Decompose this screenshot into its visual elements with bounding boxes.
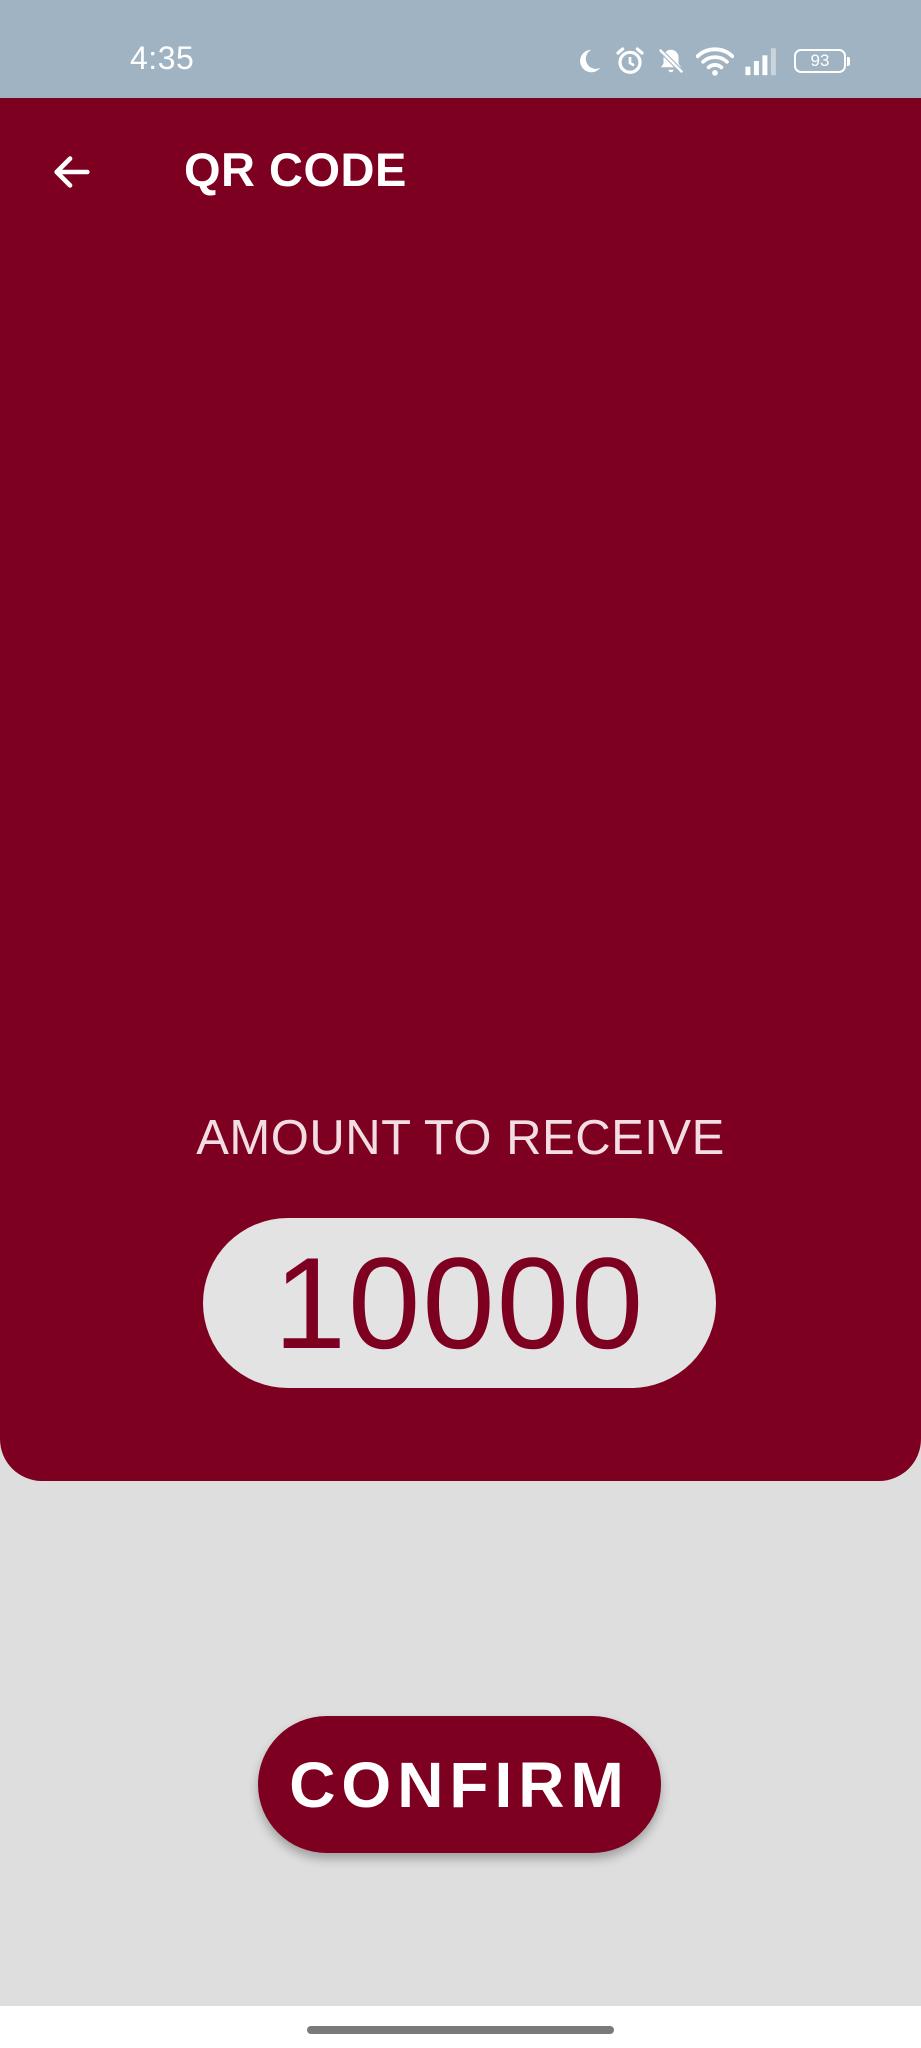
arrow-left-icon <box>54 156 90 188</box>
wifi-icon <box>696 47 734 76</box>
home-indicator[interactable] <box>307 2026 614 2034</box>
alarm-icon <box>616 47 644 74</box>
back-button[interactable] <box>34 134 110 210</box>
amount-value: 10000 <box>273 1230 646 1376</box>
signal-icon <box>745 48 776 76</box>
battery-icon: 93 <box>794 49 850 73</box>
amount-label: AMOUNT TO RECEIVE <box>196 1111 725 1165</box>
amount-panel: QR CODE AMOUNT TO RECEIVE 10000 <box>0 98 921 1481</box>
confirm-button[interactable]: CONFIRM <box>258 1716 661 1853</box>
app-bar: QR CODE <box>0 98 921 244</box>
screen: 4:35 93 QR CODE AMOUNT TO RECEIVE 10000 … <box>0 0 921 2048</box>
status-time: 4:35 <box>130 40 195 76</box>
gesture-nav-bar <box>0 2006 921 2048</box>
status-bar: 4:35 93 <box>0 0 921 98</box>
bell-off-icon <box>658 48 684 74</box>
page-title: QR CODE <box>184 143 407 196</box>
moon-icon <box>580 49 601 73</box>
amount-field: 10000 <box>203 1218 716 1388</box>
status-icons: 93 <box>574 44 850 78</box>
